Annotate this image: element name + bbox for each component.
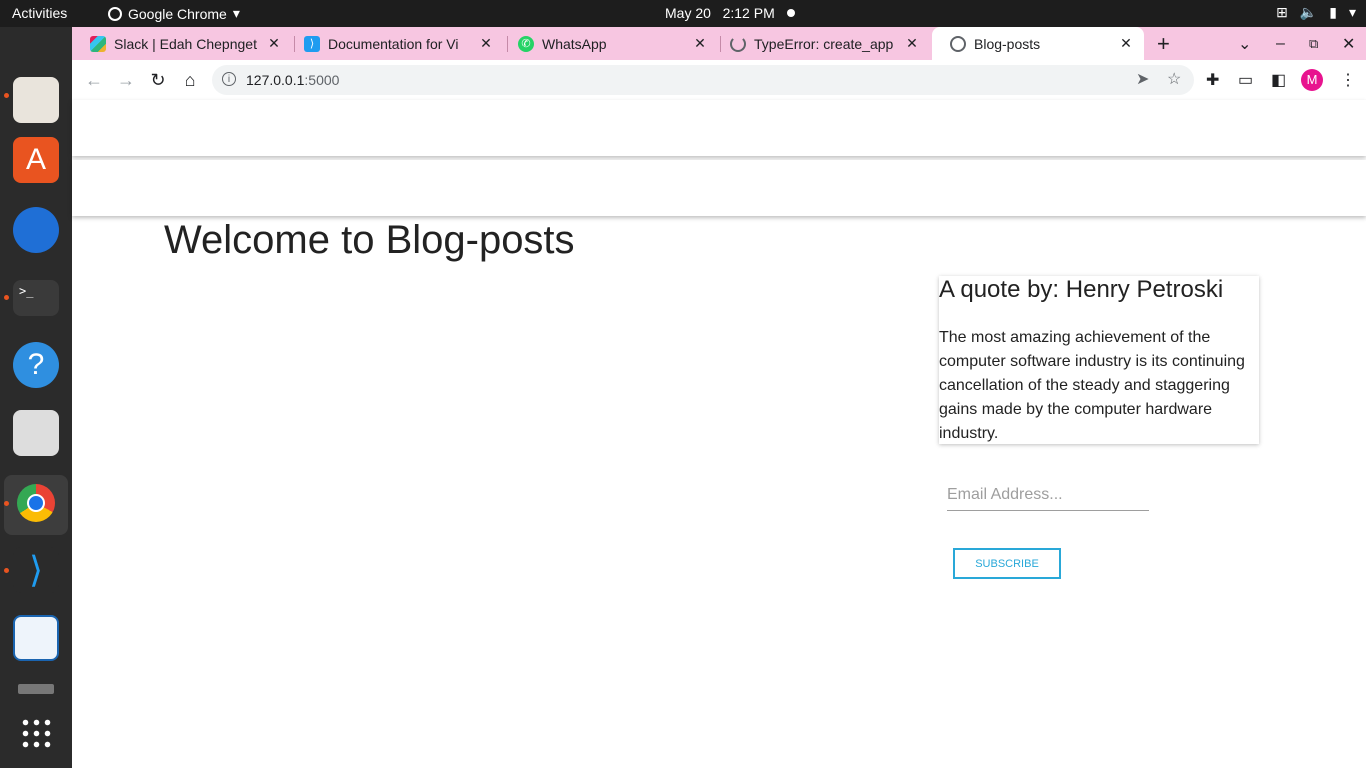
subscribe-button[interactable]: SUBSCRIBE bbox=[953, 548, 1061, 579]
vscode-tab-icon: ⟩ bbox=[304, 35, 320, 52]
tab-whatsapp[interactable]: ✆ WhatsApp ✕ bbox=[500, 27, 718, 60]
tab-title: TypeError: create_app bbox=[754, 35, 894, 52]
power-menu-icon: ▾ bbox=[1348, 4, 1356, 20]
quote-card: A quote by: Henry Petroski The most amaz… bbox=[939, 276, 1259, 444]
tab-close-icon[interactable]: ✕ bbox=[264, 35, 284, 52]
clock[interactable]: May 20 2:12 PM bbox=[665, 5, 775, 21]
profile-avatar[interactable]: M bbox=[1301, 69, 1323, 91]
rhythmbox-icon[interactable] bbox=[13, 410, 59, 456]
email-input[interactable] bbox=[947, 480, 1149, 511]
quote-title: A quote by: Henry Petroski bbox=[939, 276, 1224, 303]
tab-slack[interactable]: Slack | Edah Chepnget ✕ bbox=[72, 27, 292, 60]
tab-close-icon[interactable]: ✕ bbox=[902, 35, 922, 52]
help-icon[interactable]: ? bbox=[13, 342, 59, 388]
site-info-icon[interactable]: i bbox=[222, 72, 236, 86]
url-port: :5000 bbox=[304, 72, 340, 88]
libreoffice-writer-icon[interactable] bbox=[13, 615, 59, 661]
chrome-logo-center bbox=[27, 494, 45, 512]
url-text: 127.0.0.1:5000 bbox=[246, 72, 339, 88]
files-icon[interactable] bbox=[13, 77, 59, 123]
app-menu[interactable]: Google Chrome ▾ bbox=[108, 5, 240, 22]
navbar bbox=[72, 100, 1366, 156]
address-bar[interactable]: i 127.0.0.1:5000 ➤ ☆ bbox=[212, 65, 1194, 95]
trash-icon[interactable] bbox=[18, 684, 54, 694]
tab-title: Documentation for Vi bbox=[328, 35, 459, 52]
tab-strip: Slack | Edah Chepnget ✕ ⟩ Documentation … bbox=[72, 27, 1366, 60]
system-tray[interactable]: ⊞ 🔈 ▮ ▾ bbox=[1276, 4, 1356, 21]
tab-search-icon[interactable]: ⌄ bbox=[1238, 27, 1251, 60]
date-label: May 20 bbox=[665, 5, 711, 21]
show-apps-icon[interactable] bbox=[20, 717, 52, 749]
time-label: 2:12 PM bbox=[722, 5, 775, 21]
running-indicator bbox=[4, 295, 9, 300]
back-icon[interactable]: ← bbox=[82, 68, 106, 92]
terminal-icon[interactable]: >_ bbox=[13, 280, 59, 316]
home-icon[interactable]: ⌂ bbox=[178, 68, 202, 92]
tab-blog-posts[interactable]: Blog-posts ✕ bbox=[932, 27, 1144, 60]
running-indicator bbox=[4, 568, 9, 573]
tab-title: WhatsApp bbox=[542, 35, 607, 52]
battery-icon: ▮ bbox=[1329, 4, 1337, 20]
slack-icon bbox=[90, 35, 106, 52]
reload-icon[interactable]: ↻ bbox=[146, 68, 170, 92]
tab-close-icon[interactable]: ✕ bbox=[476, 35, 496, 52]
activities-button[interactable]: Activities bbox=[12, 5, 67, 21]
tab-documentation[interactable]: ⟩ Documentation for Vi ✕ bbox=[286, 27, 504, 60]
minimize-icon[interactable]: – bbox=[1276, 27, 1285, 60]
network-icon: ⊞ bbox=[1276, 4, 1288, 20]
thunderbird-icon[interactable] bbox=[13, 207, 59, 253]
dock: A >_ ? ⟩ bbox=[0, 27, 72, 768]
tab-title: Blog-posts bbox=[974, 35, 1041, 52]
browser-toolbar: ← → ↻ ⌂ i 127.0.0.1:5000 ➤ ☆ ✚ ▭ ◧ M ⋮ bbox=[72, 60, 1366, 101]
tab-close-icon[interactable]: ✕ bbox=[690, 35, 710, 52]
caret-down-icon: ▾ bbox=[232, 5, 240, 21]
tab-typeerror[interactable]: TypeError: create_app ✕ bbox=[712, 27, 930, 60]
bookmark-star-icon[interactable]: ☆ bbox=[1167, 69, 1181, 89]
whatsapp-icon: ✆ bbox=[518, 35, 534, 52]
quote-text: The most amazing achievement of the comp… bbox=[939, 329, 1245, 442]
loading-spinner-icon bbox=[730, 35, 746, 52]
web-page: Welcome to Blog-posts A quote by: Henry … bbox=[72, 100, 1366, 768]
globe-icon bbox=[950, 35, 966, 52]
vscode-icon[interactable]: ⟩ bbox=[13, 547, 59, 593]
app-menu-label: Google Chrome bbox=[128, 5, 227, 22]
side-panel-icon[interactable]: ◧ bbox=[1271, 70, 1286, 90]
more-menu-icon[interactable]: ⋮ bbox=[1340, 70, 1356, 90]
app-store-icon[interactable]: A bbox=[13, 137, 59, 183]
send-tab-icon[interactable]: ➤ bbox=[1136, 69, 1149, 89]
system-top-bar: Activities Google Chrome ▾ May 20 2:12 P… bbox=[0, 0, 1366, 27]
close-window-icon[interactable]: ✕ bbox=[1342, 27, 1355, 60]
tab-title: Slack | Edah Chepnget bbox=[114, 35, 257, 52]
new-tab-button[interactable]: + bbox=[1157, 27, 1170, 60]
forward-icon[interactable]: → bbox=[114, 68, 138, 92]
secondary-navbar bbox=[72, 160, 1366, 216]
notification-dot bbox=[787, 9, 795, 17]
running-indicator bbox=[4, 501, 9, 506]
page-title: Welcome to Blog-posts bbox=[164, 218, 575, 262]
tab-close-icon[interactable]: ✕ bbox=[1116, 35, 1136, 52]
chrome-icon bbox=[108, 6, 122, 21]
maximize-icon[interactable]: ⧉ bbox=[1309, 27, 1318, 60]
cast-icon[interactable]: ▭ bbox=[1238, 70, 1253, 90]
running-indicator bbox=[4, 93, 9, 98]
volume-icon: 🔈 bbox=[1299, 4, 1318, 20]
url-host: 127.0.0.1 bbox=[246, 72, 305, 88]
extensions-icon[interactable]: ✚ bbox=[1206, 70, 1219, 90]
